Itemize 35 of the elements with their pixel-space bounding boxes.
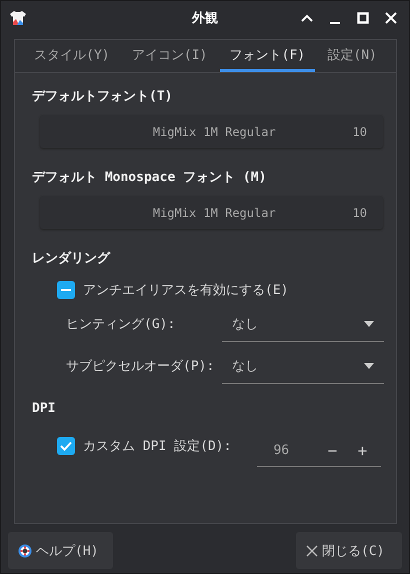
shirt-icon bbox=[9, 10, 27, 26]
chevron-up-icon bbox=[301, 14, 313, 22]
checkbox[interactable] bbox=[57, 281, 75, 299]
tab[interactable]: 設定(N) bbox=[317, 40, 387, 72]
caret-icon bbox=[364, 362, 374, 368]
close-dialog-button[interactable]: 閉じる(C) bbox=[296, 532, 402, 569]
window-title: 外観 bbox=[192, 10, 218, 27]
close-icon bbox=[306, 544, 318, 556]
check-icon bbox=[60, 441, 72, 451]
lifebuoy-icon bbox=[18, 544, 32, 558]
combo-label: サブピクセルオーダ(P): bbox=[66, 358, 216, 375]
tab[interactable]: スタイル(Y) bbox=[24, 40, 120, 72]
minimize-icon bbox=[330, 22, 340, 24]
section-heading: デフォルト Monospace フォント (M) bbox=[32, 169, 268, 186]
decrement-button[interactable]: − bbox=[317, 440, 348, 461]
increment-button[interactable]: + bbox=[347, 440, 378, 461]
close-icon bbox=[385, 12, 397, 24]
dash-icon bbox=[61, 289, 71, 291]
checkbox-label: カスタム DPI 設定(D): bbox=[83, 438, 232, 455]
spin-field[interactable]: 96 − + bbox=[257, 435, 382, 467]
section-heading: レンダリング bbox=[32, 250, 112, 267]
checkbox-label: アンチエイリアスを有効にする(E) bbox=[83, 282, 288, 299]
checkbox[interactable] bbox=[57, 437, 75, 455]
font-button[interactable]: MigMix 1M Regular 10 bbox=[40, 196, 383, 229]
font-button[interactable]: MigMix 1M Regular 10 bbox=[40, 115, 383, 148]
caret-icon bbox=[364, 320, 374, 326]
dropdown[interactable]: なし bbox=[222, 348, 384, 384]
help-button[interactable]: ヘルプ(H) bbox=[8, 532, 113, 569]
tab[interactable]: アイコン(I) bbox=[122, 40, 218, 72]
section-heading: DPI bbox=[32, 401, 56, 416]
tab[interactable]: フォント(F) bbox=[220, 40, 316, 72]
maximize-icon bbox=[357, 12, 369, 24]
combo-label: ヒンティング(G): bbox=[66, 316, 176, 333]
dropdown[interactable]: なし bbox=[222, 306, 384, 342]
section-heading: デフォルトフォント(T) bbox=[32, 88, 174, 105]
